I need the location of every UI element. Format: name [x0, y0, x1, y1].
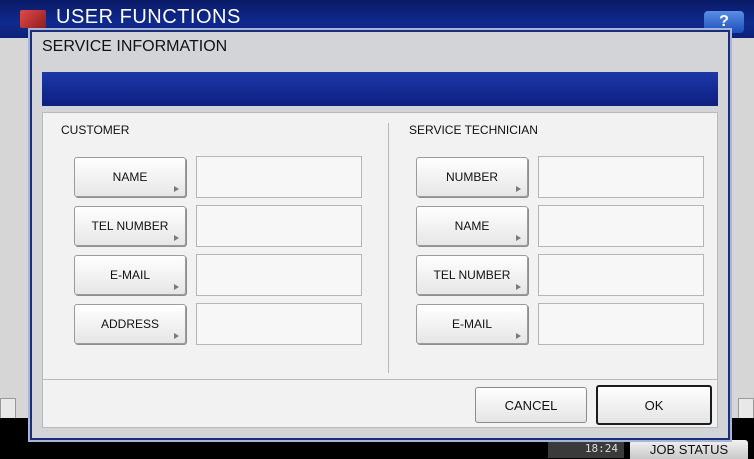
app-title: USER FUNCTIONS [56, 6, 241, 28]
customer-email-field[interactable] [196, 254, 362, 296]
arrow-right-icon [516, 186, 521, 192]
arrow-right-icon [516, 235, 521, 241]
technician-email-field[interactable] [538, 303, 704, 345]
button-label: ADDRESS [100, 317, 159, 331]
arrow-right-icon [516, 333, 521, 339]
ok-button[interactable]: OK [596, 385, 712, 425]
button-label: NAME [112, 170, 148, 184]
customer-name-button[interactable]: NAME [74, 157, 186, 197]
technician-name-field[interactable] [538, 205, 704, 247]
customer-tel-button[interactable]: TEL NUMBER [74, 206, 186, 246]
button-label: E-MAIL [109, 268, 150, 282]
customer-email-button[interactable]: E-MAIL [74, 255, 186, 295]
arrow-right-icon [174, 333, 179, 339]
technician-tel-field[interactable] [538, 254, 704, 296]
technician-tel-button[interactable]: TEL NUMBER [416, 255, 528, 295]
technician-number-field[interactable] [538, 156, 704, 198]
customer-address-field[interactable] [196, 303, 362, 345]
customer-tel-field[interactable] [196, 205, 362, 247]
footer-divider [43, 379, 717, 380]
button-label: E-MAIL [451, 317, 492, 331]
customer-address-button[interactable]: ADDRESS [74, 304, 186, 344]
technician-number-button[interactable]: NUMBER [416, 157, 528, 197]
customer-name-field[interactable] [196, 156, 362, 198]
button-label: TEL NUMBER [433, 268, 511, 282]
service-information-dialog: SERVICE INFORMATION CUSTOMER NAME TEL NU… [30, 30, 730, 440]
technician-email-button[interactable]: E-MAIL [416, 304, 528, 344]
technician-heading: SERVICE TECHNICIAN [409, 123, 538, 137]
service-info-panel: CUSTOMER NAME TEL NUMBER E-MAIL ADDRESS … [42, 112, 718, 428]
dialog-title: SERVICE INFORMATION [42, 38, 228, 55]
button-label: NUMBER [445, 170, 498, 184]
technician-name-button[interactable]: NAME [416, 206, 528, 246]
column-divider [388, 123, 389, 373]
cancel-button[interactable]: CANCEL [475, 387, 587, 423]
button-label: TEL NUMBER [91, 219, 169, 233]
dialog-header-bar [42, 72, 718, 106]
clock-time: 18:24 [548, 440, 624, 458]
button-label: NAME [454, 219, 490, 233]
arrow-right-icon [174, 186, 179, 192]
arrow-right-icon [174, 235, 179, 241]
printer-logo-icon [20, 10, 46, 28]
arrow-right-icon [174, 284, 179, 290]
job-status-button[interactable]: JOB STATUS [630, 440, 748, 459]
customer-heading: CUSTOMER [61, 123, 130, 137]
arrow-right-icon [516, 284, 521, 290]
